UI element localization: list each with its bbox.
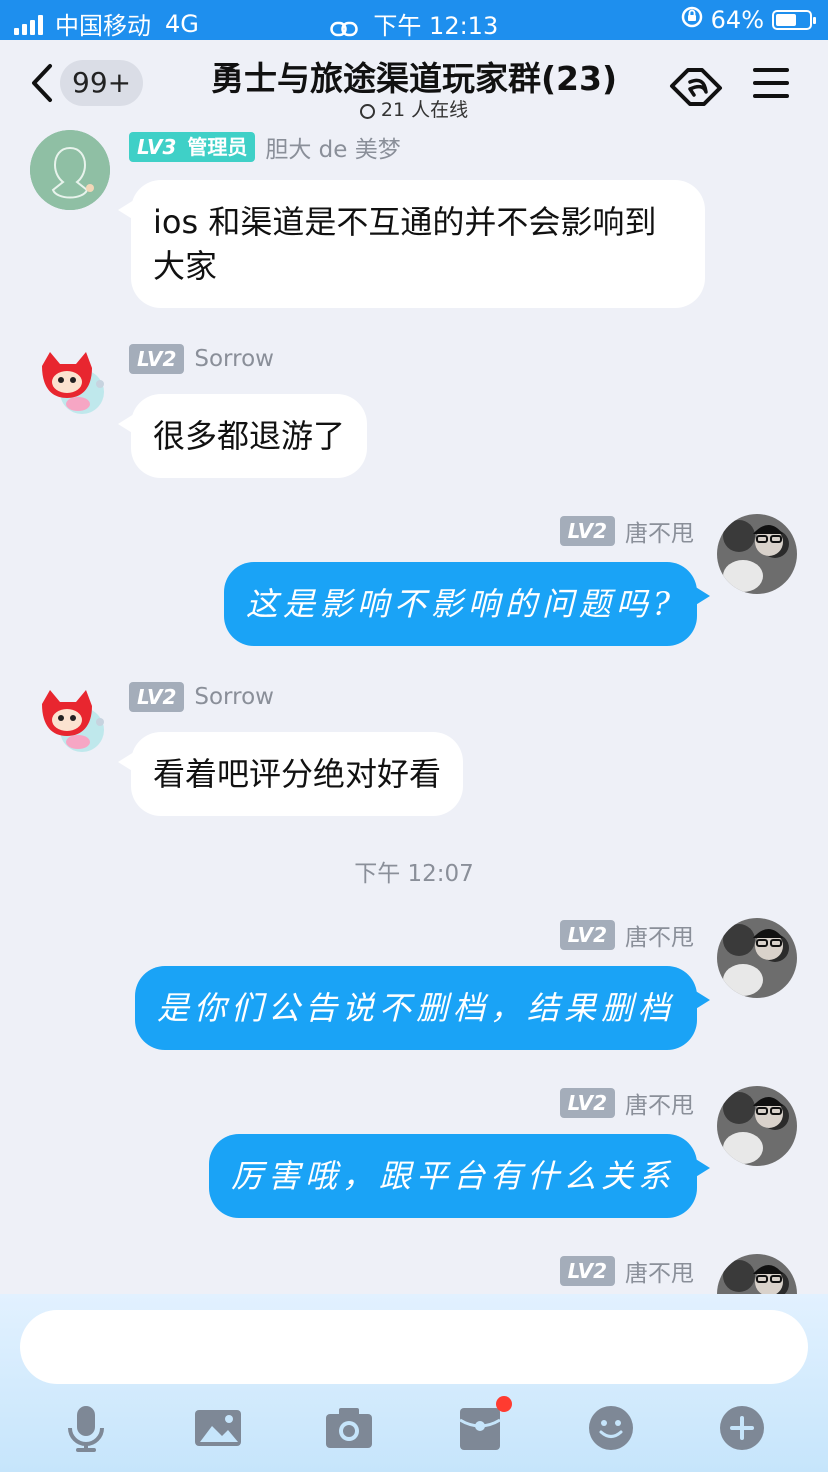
sender-name[interactable]: 唐不甩 [625, 1254, 694, 1288]
camera-button[interactable] [323, 1402, 375, 1454]
avatar-photo-icon [717, 514, 797, 594]
avatar[interactable] [717, 1254, 797, 1294]
notification-dot [496, 1396, 512, 1412]
avatar-silhouette-icon [30, 130, 110, 210]
online-chevron-icon [359, 104, 375, 119]
status-bar: 中国移动 4G 下午 12:13 64% [0, 0, 828, 40]
message-bubble[interactable]: 看着吧评分绝对好看 [131, 732, 464, 816]
more-button[interactable] [716, 1402, 768, 1454]
timestamp-divider: 下午 12:07 [354, 861, 474, 887]
chat-header: 99+ 勇士与旅途渠道玩家群(23) 21 人在线 [0, 40, 828, 128]
level-badge: LV2 [559, 920, 615, 950]
avatar[interactable] [30, 130, 110, 210]
emoji-button[interactable] [585, 1402, 637, 1454]
message-item: LV2 唐不甩 厉害哦，跟平台有什么关系 [0, 1086, 828, 1226]
menu-button[interactable] [752, 66, 790, 104]
clock-time: 下午 12:13 [373, 12, 499, 40]
avatar-photo-icon [717, 918, 797, 998]
message-meta: LV2 Sorrow [129, 682, 274, 712]
avatar-photo-icon [717, 1086, 797, 1166]
sender-name[interactable]: Sorrow [194, 346, 274, 372]
message-item: LV2 Sorrow 很多都退游了 [0, 342, 828, 482]
camera-icon [326, 1408, 372, 1448]
avatar-photo-icon [717, 1254, 797, 1294]
message-bubble[interactable]: 是你们公告说不删档，结果删档 [134, 966, 697, 1050]
level-text: LV3 [137, 135, 177, 159]
message-meta: LV2 唐不甩 [559, 918, 694, 952]
battery-icon [772, 10, 816, 30]
message-item: LV2 唐不甩 是你们公告说不删档，结果删档 [0, 918, 828, 1058]
group-shortcut-icon [670, 68, 722, 106]
message-meta: LV3 管理员 胆大 de 美梦 [129, 130, 401, 164]
role-text: 管理员 [187, 135, 248, 159]
sender-name[interactable]: 胆大 de 美梦 [265, 130, 400, 164]
message-bubble[interactable]: 这是影响不影响的问题吗? [223, 562, 697, 646]
level-badge: LV2 [559, 1256, 615, 1286]
emoji-icon [589, 1406, 633, 1450]
message-bubble[interactable]: 很多都退游了 [131, 394, 368, 478]
level-badge: LV2 [559, 1088, 615, 1118]
message-meta: LV2 唐不甩 [559, 1086, 694, 1120]
image-icon [195, 1410, 241, 1446]
avatar[interactable] [717, 514, 797, 594]
message-item: LV3 管理员 胆大 de 美梦 ios 和渠道是不互通的并不会影响到大家 [0, 128, 828, 328]
group-shortcut-button[interactable] [668, 62, 724, 116]
plus-icon [720, 1406, 764, 1450]
message-meta: LV2 唐不甩 [559, 514, 694, 548]
battery-percent: 64% [710, 6, 764, 34]
message-list[interactable]: LV3 管理员 胆大 de 美梦 ios 和渠道是不互通的并不会影响到大家 LV… [0, 128, 828, 1294]
microphone-icon [68, 1406, 104, 1452]
red-packet-button[interactable] [454, 1396, 512, 1454]
level-badge: LV3 管理员 [129, 132, 256, 162]
avatar[interactable] [30, 344, 110, 424]
avatar[interactable] [717, 1086, 797, 1166]
avatar[interactable] [30, 682, 110, 762]
avatar-fox-icon [42, 352, 104, 414]
level-badge: LV2 [559, 516, 615, 546]
status-right: 64% [681, 6, 816, 34]
input-bar [0, 1294, 828, 1472]
message-meta: LV2 Sorrow [129, 344, 274, 374]
level-badge: LV2 [129, 682, 185, 712]
avatar-fox-icon [42, 690, 104, 752]
sender-name[interactable]: 唐不甩 [625, 514, 694, 548]
message-item: LV2 唐不甩 这是影响不影响的问题吗? [0, 514, 828, 654]
online-count: 21 人在线 [380, 99, 469, 121]
rotation-lock-icon [681, 6, 703, 34]
sender-name[interactable]: 唐不甩 [625, 918, 694, 952]
sender-name[interactable]: Sorrow [194, 684, 274, 710]
message-input[interactable] [20, 1310, 808, 1384]
message-item: LV2 Sorrow 看着吧评分绝对好看 [0, 680, 828, 820]
image-button[interactable] [192, 1402, 244, 1454]
message-bubble[interactable]: ios 和渠道是不互通的并不会影响到大家 [131, 180, 705, 308]
menu-icon [753, 68, 789, 98]
message-item: LV2 唐不甩 [0, 1254, 828, 1294]
message-bubble[interactable]: 厉害哦，跟平台有什么关系 [208, 1134, 697, 1218]
avatar[interactable] [717, 918, 797, 998]
sender-name[interactable]: 唐不甩 [625, 1086, 694, 1120]
level-badge: LV2 [129, 344, 185, 374]
voice-button[interactable] [60, 1402, 112, 1454]
message-meta: LV2 唐不甩 [559, 1254, 694, 1288]
